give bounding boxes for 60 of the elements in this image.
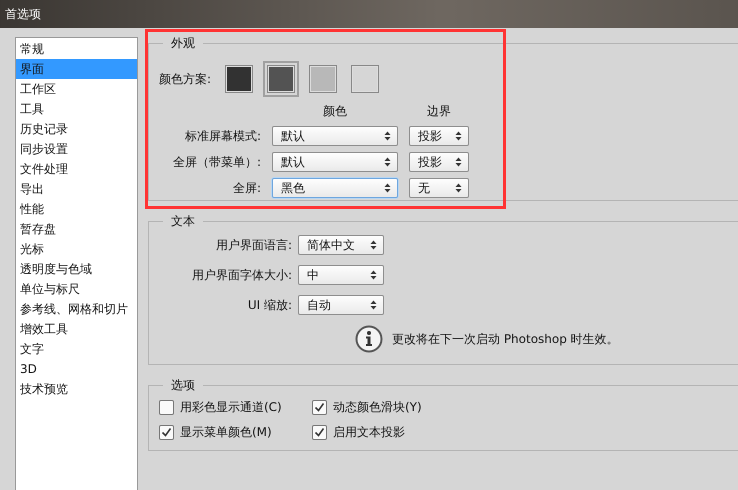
checkbox-label: 启用文本投影 — [333, 424, 405, 441]
up-down-arrows-icon — [370, 240, 377, 250]
field-label: 用户界面语言: — [214, 236, 292, 254]
sidebar-item[interactable]: 界面 — [16, 59, 137, 79]
dropdown[interactable]: 自动 — [298, 295, 384, 315]
up-down-arrows-icon — [455, 157, 462, 167]
checkbox[interactable] — [312, 425, 327, 440]
sidebar-item[interactable]: 文字 — [16, 339, 137, 359]
sidebar-item[interactable]: 3D — [16, 359, 137, 379]
sidebar-item[interactable]: 技术预览 — [16, 379, 137, 399]
column-header: 边界 — [426, 103, 452, 120]
sidebar-item[interactable]: 透明度与色域 — [16, 259, 137, 279]
color-scheme-swatch[interactable] — [263, 61, 300, 97]
dropdown[interactable]: 无 — [409, 178, 469, 198]
up-down-arrows-icon — [455, 183, 462, 193]
field-label: UI 缩放: — [246, 296, 292, 314]
sidebar-item[interactable]: 参考线、网格和切片 — [16, 299, 137, 319]
dropdown[interactable]: 黑色 — [272, 178, 398, 198]
field-label: 用户界面字体大小: — [190, 266, 292, 284]
sidebar-item[interactable]: 工作区 — [16, 79, 137, 99]
sidebar-item[interactable]: 常规 — [16, 39, 137, 59]
up-down-arrows-icon — [370, 270, 377, 280]
up-down-arrows-icon — [384, 183, 391, 193]
sidebar-item[interactable]: 工具 — [16, 99, 137, 119]
dropdown[interactable]: 投影 — [409, 152, 469, 172]
notice-text: 更改将在下一次启动 Photoshop 时生效。 — [392, 330, 619, 348]
dropdown[interactable]: 简体中文 — [298, 235, 384, 255]
sidebar-item[interactable]: 历史记录 — [16, 119, 137, 139]
sidebar-item[interactable]: 文件处理 — [16, 159, 137, 179]
sidebar-item[interactable]: 性能 — [16, 199, 137, 219]
column-header: 颜色 — [322, 103, 348, 120]
checkbox[interactable] — [159, 425, 174, 440]
sidebar-item[interactable]: 同步设置 — [16, 139, 137, 159]
checkbox[interactable] — [312, 400, 327, 415]
dropdown[interactable]: 默认 — [272, 152, 398, 172]
checkbox-label: 用彩色显示通道(C) — [180, 399, 282, 416]
checkbox-label: 动态颜色滑块(Y) — [333, 399, 422, 416]
sidebar-item[interactable]: 导出 — [16, 179, 137, 199]
checkbox-label: 显示菜单颜色(M) — [180, 424, 272, 441]
info-icon — [355, 325, 383, 353]
up-down-arrows-icon — [455, 131, 462, 141]
color-scheme-label: 颜色方案: — [159, 70, 212, 88]
sidebar-item[interactable]: 暂存盘 — [16, 219, 137, 239]
up-down-arrows-icon — [384, 157, 391, 167]
section-title: 文本 — [170, 213, 196, 229]
field-label: 全屏: — [232, 180, 261, 196]
dropdown[interactable]: 投影 — [409, 126, 469, 146]
sidebar-item[interactable]: 光标 — [16, 239, 137, 259]
section-title: 选项 — [170, 377, 196, 393]
sidebar-item[interactable]: 单位与标尺 — [16, 279, 137, 299]
up-down-arrows-icon — [370, 300, 377, 310]
window-title: 首选项 — [5, 6, 41, 22]
field-label: 全屏（带菜单）: — [172, 154, 261, 170]
section-title: 外观 — [170, 35, 196, 51]
sidebar-item[interactable]: 增效工具 — [16, 319, 137, 339]
field-label: 标准屏幕模式: — [184, 128, 261, 144]
dropdown[interactable]: 默认 — [272, 126, 398, 146]
dropdown[interactable]: 中 — [298, 265, 384, 285]
checkbox[interactable] — [159, 400, 174, 415]
up-down-arrows-icon — [384, 131, 391, 141]
